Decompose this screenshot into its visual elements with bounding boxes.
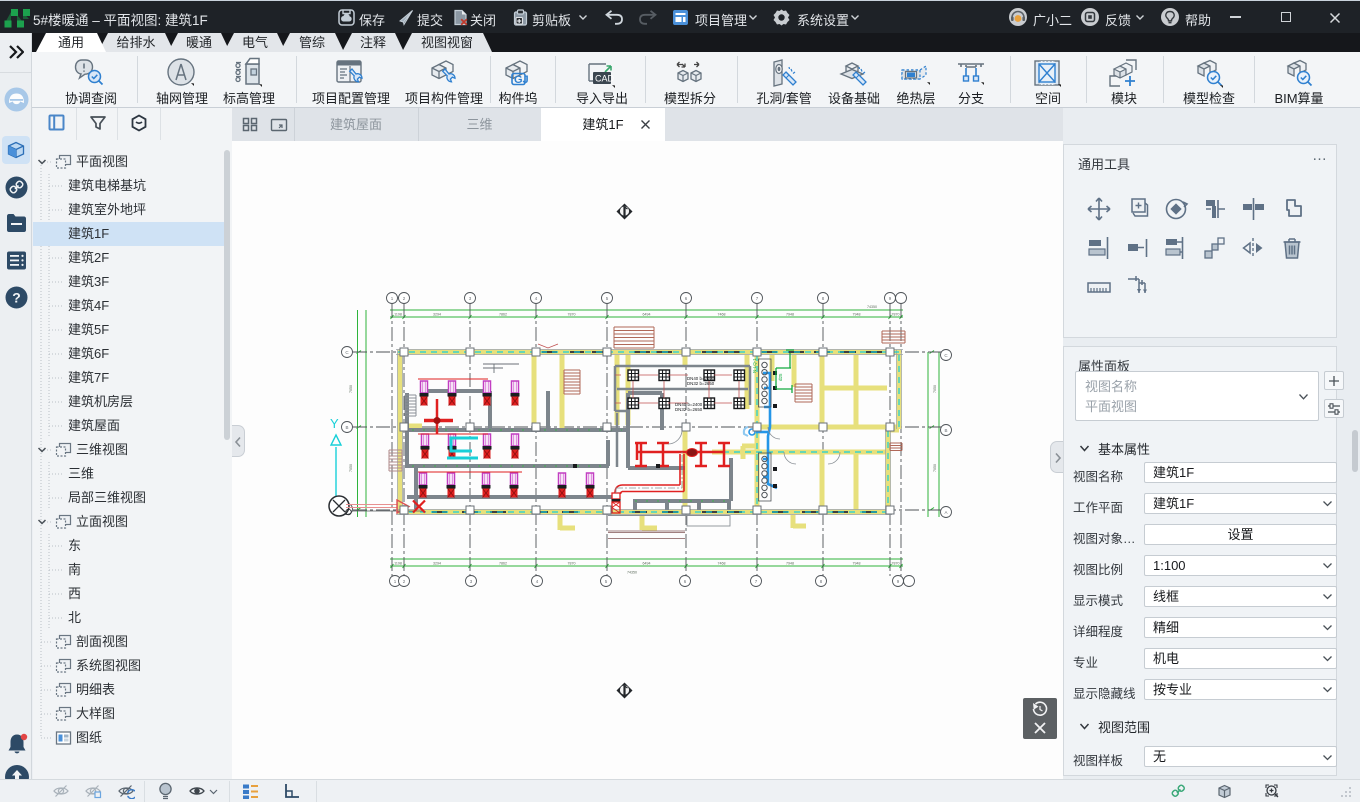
svg-text:d25: d25	[778, 373, 783, 381]
svg-text:7870: 7870	[892, 313, 900, 317]
svg-text:3294: 3294	[433, 562, 441, 566]
svg-text:7050: 7050	[933, 464, 937, 472]
svg-text:7468: 7468	[718, 313, 726, 317]
svg-text:7468: 7468	[718, 562, 726, 566]
svg-text:N-LQ-1: N-LQ-1	[752, 358, 757, 373]
svg-text:A: A	[944, 510, 947, 515]
svg-text:6494: 6494	[643, 313, 651, 317]
svg-text:7870: 7870	[568, 313, 576, 317]
svg-text:DN32 b=2650: DN32 b=2650	[675, 407, 703, 412]
svg-text:7870: 7870	[568, 562, 576, 566]
svg-text:DN32 b=2650: DN32 b=2650	[687, 381, 715, 386]
svg-text:1198: 1198	[394, 313, 402, 317]
svg-text:7050: 7050	[349, 385, 353, 393]
svg-text:7862: 7862	[499, 562, 507, 566]
svg-text:Y: Y	[330, 416, 339, 431]
svg-text:7948: 7948	[853, 313, 861, 317]
svg-text:7948: 7948	[786, 562, 794, 566]
svg-text:7050: 7050	[933, 385, 937, 393]
svg-text:1198: 1198	[394, 562, 402, 566]
svg-text:3294: 3294	[433, 313, 441, 317]
svg-text:B: B	[944, 428, 947, 433]
svg-text:6494: 6494	[643, 562, 651, 566]
svg-text:7870: 7870	[892, 562, 900, 566]
svg-text:B: B	[345, 425, 348, 430]
svg-text:7948: 7948	[853, 562, 861, 566]
svg-text:74350: 74350	[867, 305, 877, 309]
svg-text:7050: 7050	[349, 464, 353, 472]
svg-text:74350: 74350	[627, 571, 637, 575]
svg-text:?: ?	[12, 290, 21, 306]
svg-text:7862: 7862	[499, 313, 507, 317]
svg-text:CAD: CAD	[595, 74, 615, 84]
svg-text:7948: 7948	[786, 313, 794, 317]
